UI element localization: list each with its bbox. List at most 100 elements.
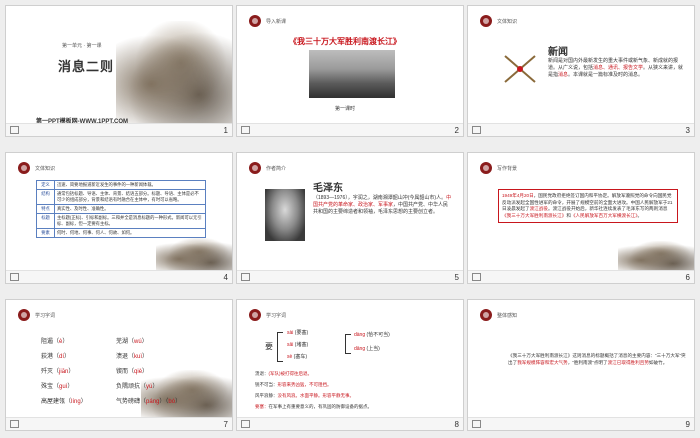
bracket-right <box>345 334 351 354</box>
vocab-pinyin: qiè <box>134 369 143 375</box>
slide-title: 消息二则 <box>58 59 115 74</box>
vocab-word: 殊宝 <box>41 384 54 390</box>
bio-part: （1893—1976），字润之，湖南湘潭韶山冲(今属韶山市)人。 <box>313 195 447 201</box>
vocab-line-3b: 锲而（qiè） <box>116 369 149 375</box>
slide-number: 9 <box>685 420 690 429</box>
slide-header: 学习字词 <box>249 309 286 321</box>
perception-highlight: 我军规模阵容和宏大气势 <box>517 360 568 365</box>
war-scene-image <box>618 241 694 273</box>
vocab-pinyin: líng <box>71 399 81 405</box>
slide-thumbnail-1[interactable]: 第一单元 · 第一课 消息二则 第一PPT模板网-WWW.1PPT.COM 1 <box>5 5 233 137</box>
slide-thumbnail-6[interactable]: 写作背景 1949年4月20日，国民党政府拒绝签订国内和平协定。解放军遵照党的命… <box>467 152 695 284</box>
term-value: (军队)被打得往后退。 <box>268 371 313 376</box>
reading-pinyin: dāng <box>354 346 366 352</box>
header-label: 整体感知 <box>497 312 518 319</box>
table-row: 标题 主标题(正标)、引标和副标。三和并全是消息标题的一种形式。新闻可以无引标、副… <box>36 213 206 229</box>
poly-char: 要 <box>265 342 273 351</box>
term-1: 溃退：(军队)被打得往后退。 <box>255 370 312 377</box>
slide-header: 学习字词 <box>18 309 55 321</box>
table-row: 定义 迅速、简要地报道新近发生的事件的一种新闻体裁。 <box>36 180 206 190</box>
row-key: 定义 <box>36 180 55 190</box>
slide-thumbnail-8[interactable]: 学习字词 要 sài (要塞) sāi (堵塞) sè (塞车) dàng (恰… <box>236 299 464 431</box>
slide-pagebar: 1 <box>6 123 232 136</box>
row-key: 结构 <box>36 189 55 205</box>
vocab-pinyin: è <box>59 339 63 345</box>
author-portrait <box>265 189 305 241</box>
slide-icon <box>241 126 250 134</box>
perception-part: ，“胜利南渡”点明了 <box>567 360 608 365</box>
slide-pagebar: 9 <box>468 417 694 430</box>
slide-icon <box>10 420 19 428</box>
background-text: 1949年4月20日，国民党政府拒绝签订国内和平协定。解放军遵照党的命令向国民党… <box>498 189 678 223</box>
background-part: 。渡江战役开始后，新华社连续发表了毛泽东写的两则消息 <box>547 206 668 211</box>
perception-highlight: 渡江已取得胜利且势 <box>607 360 649 365</box>
term-value: 形容来势凶猛，不可阻挡。 <box>277 382 332 387</box>
reading-word: (恰不可当) <box>366 332 390 338</box>
header-label: 学习字词 <box>266 312 287 319</box>
section-heading: 新闻 <box>548 47 568 58</box>
definition-part: 。本课就是一篇标准及时的消息。 <box>568 72 644 78</box>
unit-label: 第一单元 · 第一课 <box>62 43 102 49</box>
vocab-word: 阻遏 <box>41 339 54 345</box>
slide-thumbnail-3[interactable]: 文体知识 新闻 新闻是对国内外最新发生的重大事件或新气象、新成就的报道。从广义说… <box>467 5 695 137</box>
slide-thumbnail-2[interactable]: 导入新课 《我三十万大军胜利南渡长江》 第一课时 2 <box>236 5 464 137</box>
vocab-line-1b: 芜湖（wú） <box>116 339 148 345</box>
slide-pagebar: 2 <box>237 123 463 136</box>
slide-thumbnail-4[interactable]: 文体知识 定义 迅速、简要地报道新近发生的事件的一种新闻体裁。 结构 通常包括标题、… <box>5 152 233 284</box>
slide-icon <box>241 420 250 428</box>
background-highlight: 《人民解放军百万大军横渡长江》 <box>570 212 638 218</box>
crossed-rifles-icon <box>503 54 537 84</box>
row-key: 特点 <box>36 204 55 214</box>
vocab-pinyin: dí <box>59 354 65 360</box>
vocab-line-1: 阻遏（è） <box>41 339 69 345</box>
perception-text: 《我三十万大军胜利南渡长江》这则消息的标题概括了消息的主要内容：“三十万大军”突… <box>508 352 686 366</box>
section-icon <box>18 162 30 174</box>
author-bio: （1893—1976），字润之，湖南湘潭韶山冲(今属韶山市)人。中国共产党的革命… <box>313 195 453 216</box>
vocab-word: 气势磅礴 <box>116 399 141 405</box>
vocab-pinyin: wú <box>134 339 142 345</box>
definition-text: 新闻是对国内外最新发生的重大事件或新气象、新成就的报道。从广义说，包括消息、通讯… <box>548 58 686 79</box>
term-value: 没有风浪。水面平静。形容平静无事。 <box>277 393 355 398</box>
reading-pinyin: sāi <box>287 342 294 348</box>
slide-number: 3 <box>685 126 690 135</box>
slide-pagebar: 8 <box>237 417 463 430</box>
vocab-pinyin: páng <box>146 399 160 405</box>
slide-thumbnail-7[interactable]: 学习字词 阻遏（è） 芜湖（wú） 荻港（dí） 溃退（kuì） 歼灭（jiān… <box>5 299 233 431</box>
term-4: 要塞：在军事上有重要意义的，有巩固的防御设备的据点。 <box>255 403 455 410</box>
term-3: 风平浪静：没有风浪。水面平静。形容平静无事。 <box>255 392 354 399</box>
slide-number: 7 <box>223 420 228 429</box>
reading-3: sè (塞车) <box>287 354 307 361</box>
term-key: 要塞： <box>255 404 269 409</box>
slide-icon <box>10 273 19 281</box>
vocab-line-4b: 负隅顽抗（yú） <box>116 384 159 390</box>
vocab-pinyin: yú <box>146 384 153 390</box>
section-icon <box>249 309 261 321</box>
vocab-word: 荻港 <box>41 354 54 360</box>
vocab-word: 负隅顽抗 <box>116 384 141 390</box>
slide-icon <box>10 126 19 134</box>
reading-word: (上当) <box>366 346 380 352</box>
header-label: 写作背景 <box>497 165 518 172</box>
slide-icon <box>241 273 250 281</box>
background-highlight: 1949年4月20日 <box>502 193 534 198</box>
slide-header: 写作背景 <box>480 162 517 174</box>
term-key: 锐不可当： <box>255 382 278 387</box>
slide-subtitle: 第一课时 <box>335 106 356 112</box>
slide-pagebar: 4 <box>6 270 232 283</box>
row-key: 标题 <box>36 213 55 229</box>
perception-part: 如破竹。 <box>648 360 668 365</box>
row-value: 迅速、简要地报道新近发生的事件的一种新闻体裁。 <box>54 180 206 190</box>
section-icon <box>480 162 492 174</box>
header-label: 文体知识 <box>35 165 56 172</box>
vocab-pinyin: guì <box>59 384 68 390</box>
row-key: 要素 <box>36 228 55 238</box>
reading-1: sài (要塞) <box>287 330 308 337</box>
header-label: 作者简介 <box>266 165 287 172</box>
slide-thumbnail-9[interactable]: 整体感知 《我三十万大军胜利南渡长江》这则消息的标题概括了消息的主要内容：“三十… <box>467 299 695 431</box>
vocab-pinyin: bó <box>168 399 176 405</box>
dang-2: dāng (上当) <box>354 346 380 353</box>
slide-number: 1 <box>223 126 228 135</box>
vocab-word: 高屋建瓴 <box>41 399 66 405</box>
background-highlight: 《我三十万大军胜利南渡长江》 <box>502 212 567 218</box>
slide-thumbnail-5[interactable]: 作者简介 毛泽东 （1893—1976），字润之，湖南湘潭韶山冲(今属韶山市)人… <box>236 152 464 284</box>
